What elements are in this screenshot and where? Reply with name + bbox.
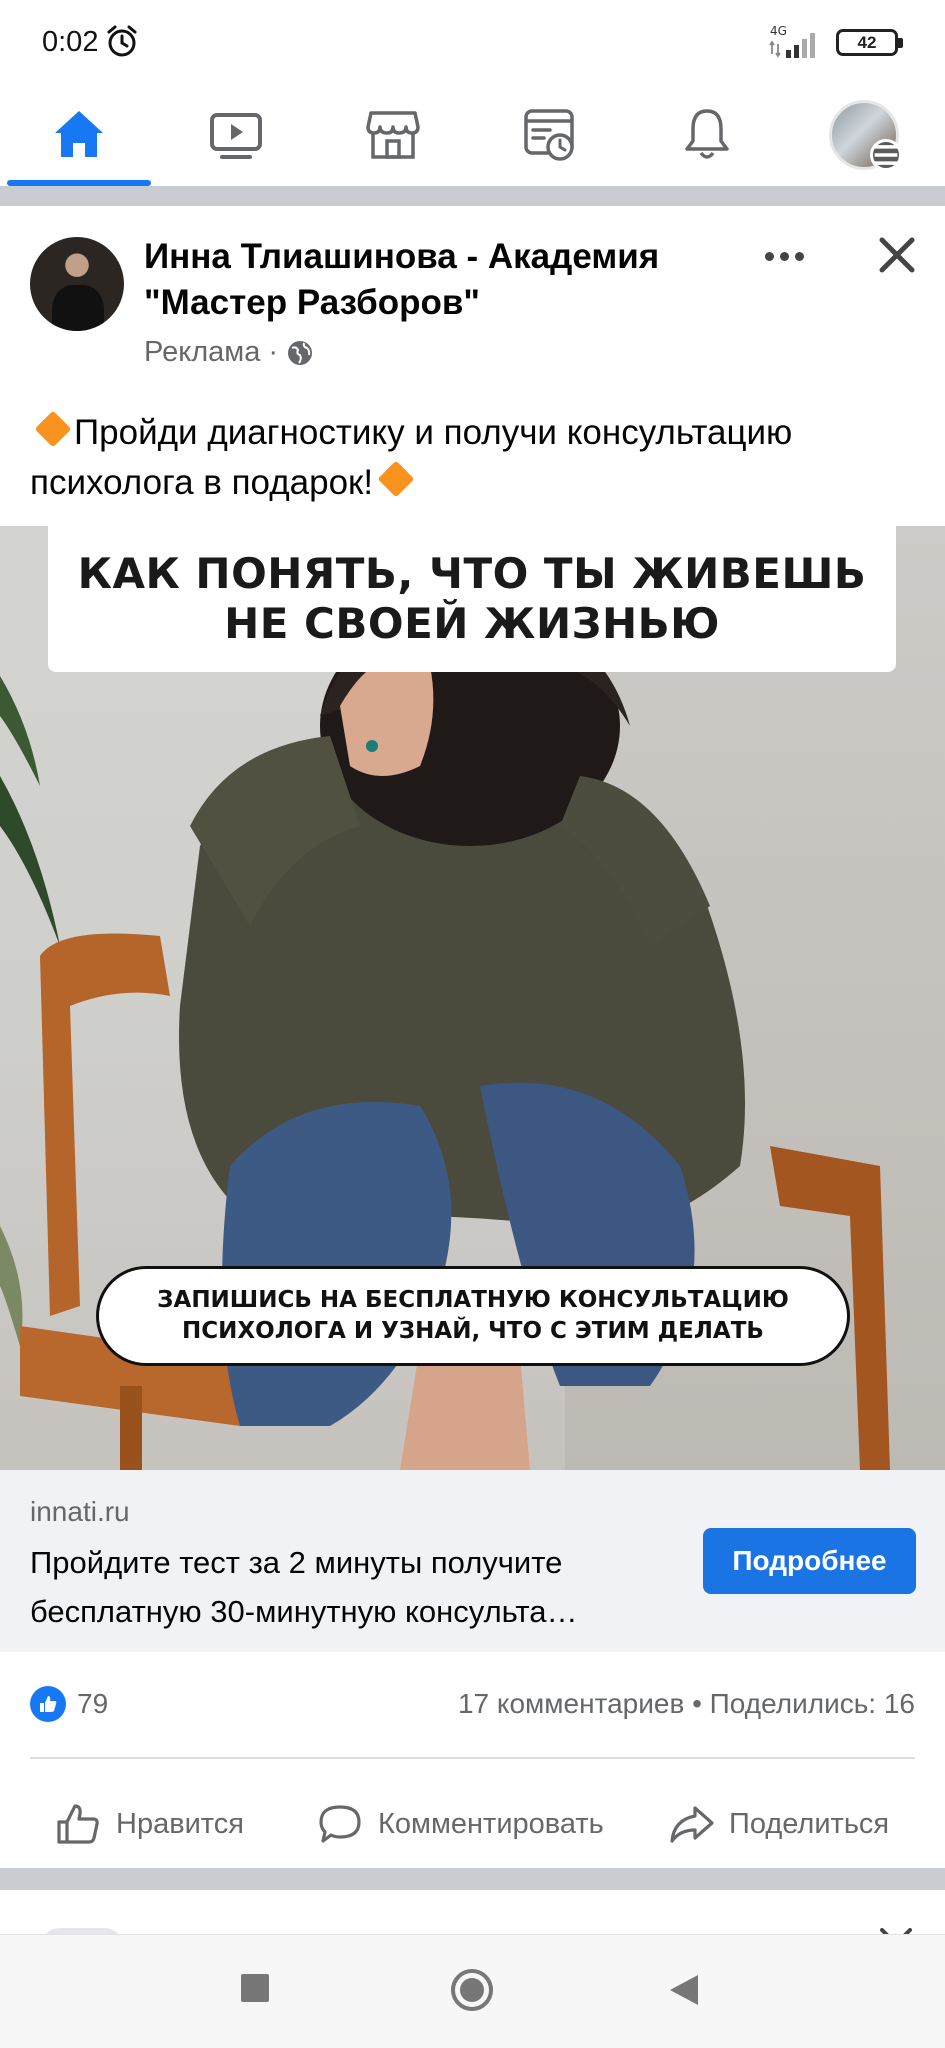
comment-label: Комментировать — [378, 1807, 604, 1840]
more-options-button[interactable] — [757, 238, 811, 274]
tab-news[interactable] — [471, 84, 628, 186]
dot-icon — [794, 251, 804, 261]
share-label: Поделиться — [729, 1807, 890, 1840]
ad-headline: КАК ПОНЯТЬ, ЧТО ТЫ ЖИВЕШЬ НЕ СВОЕЙ ЖИЗНЬ… — [48, 526, 896, 672]
meta-separator: · — [268, 336, 278, 368]
system-navigation-bar — [0, 1934, 945, 2048]
home-button-icon[interactable] — [450, 1968, 494, 2012]
post-message: Пройди диагностику и получи консультацию… — [30, 413, 793, 502]
page-avatar[interactable] — [30, 237, 124, 331]
thumbs-up-icon — [57, 1804, 99, 1844]
link-title[interactable]: Пройдите тест за 2 минуты получите беспл… — [30, 1538, 690, 1636]
like-reaction-icon — [30, 1686, 66, 1722]
close-icon[interactable] — [872, 230, 922, 280]
page-name[interactable]: Инна Тлиашинова - Академия "Мастер Разбо… — [144, 234, 744, 326]
home-icon — [54, 111, 103, 157]
like-count[interactable]: 79 — [77, 1688, 108, 1720]
dot-icon — [764, 251, 774, 261]
comment-icon — [319, 1805, 361, 1843]
comment-button[interactable]: Комментировать — [316, 1780, 604, 1868]
like-button[interactable]: Нравится — [54, 1780, 244, 1868]
feed-divider — [0, 186, 945, 206]
avatar — [828, 100, 902, 171]
menu-icon — [869, 139, 902, 171]
globe-icon — [288, 340, 312, 365]
sponsored-label: Реклама — [144, 336, 261, 368]
post-text: Пройди диагностику и получи консультацию… — [30, 408, 910, 508]
tab-profile-menu[interactable] — [785, 84, 942, 186]
ad-cta-banner: ЗАПИШИСЬ НА БЕСПЛАТНУЮ КОНСУЛЬТАЦИЮ ПСИХ… — [96, 1266, 850, 1366]
marketplace-icon — [365, 111, 420, 159]
orange-diamond-icon — [34, 410, 72, 448]
sponsored-row: Реклама · — [144, 336, 314, 369]
status-bar: 0:02 4G 42 — [0, 0, 945, 84]
actions-divider — [30, 1757, 915, 1759]
dot-icon — [779, 251, 789, 261]
share-button[interactable]: Поделиться — [667, 1780, 889, 1868]
top-navigation — [0, 84, 945, 186]
tab-notifications[interactable] — [628, 84, 785, 186]
link-domain: innati.ru — [30, 1496, 130, 1527]
tab-home[interactable] — [0, 84, 157, 186]
news-feed-clock-icon — [523, 109, 574, 161]
alarm-icon — [107, 25, 137, 57]
status-time: 0:02 — [42, 26, 99, 58]
battery-indicator: 42 — [836, 29, 903, 56]
learn-more-button[interactable]: Подробнее — [703, 1528, 916, 1594]
network-type-label: 4G — [770, 24, 787, 38]
cellular-signal-icon: 4G — [769, 24, 815, 58]
bell-icon — [684, 109, 729, 159]
video-icon — [209, 113, 262, 159]
share-icon — [670, 1806, 714, 1843]
like-label: Нравится — [116, 1807, 244, 1840]
post-actions: Нравится Комментировать Поделиться — [0, 1780, 945, 1868]
feed-divider — [0, 1868, 945, 1890]
tab-video[interactable] — [157, 84, 314, 186]
tab-marketplace[interactable] — [314, 84, 471, 186]
recent-apps-icon[interactable] — [240, 1973, 270, 2003]
comment-share-stats[interactable]: 17 комментариев • Поделились: 16 — [458, 1688, 915, 1720]
back-icon[interactable] — [668, 1973, 700, 2007]
orange-diamond-icon — [377, 460, 415, 498]
